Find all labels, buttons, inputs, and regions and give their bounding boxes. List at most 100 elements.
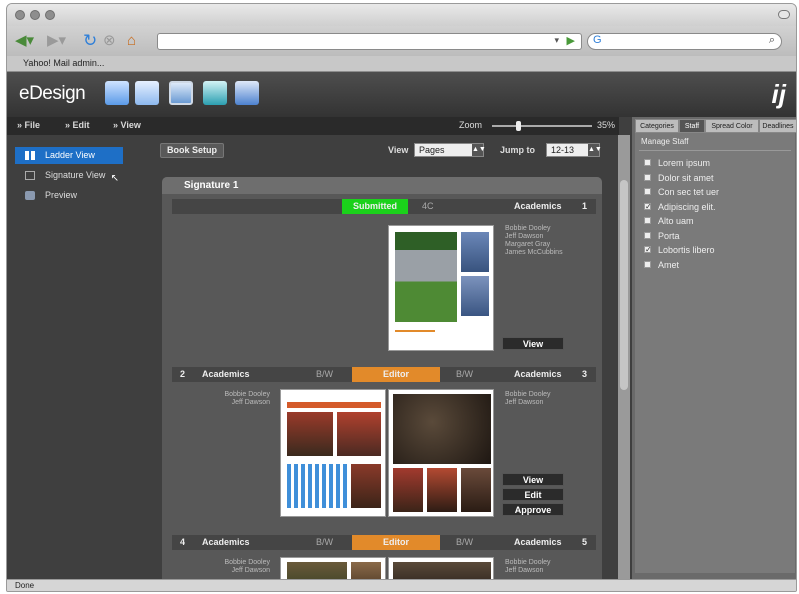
toolbar-toggle-button[interactable] <box>778 10 790 19</box>
right-section: Academics <box>514 537 562 547</box>
bookmark-item[interactable]: Yahoo! Mail admin... <box>23 58 104 68</box>
edit-button[interactable]: Edit <box>502 488 564 501</box>
status-badge[interactable]: Submitted <box>342 199 408 214</box>
stop-icon[interactable]: ⊗ <box>103 32 116 50</box>
left-page-number: 4 <box>180 537 186 547</box>
staff-tab-body: Manage Staff Lorem ipsum Dolor sit amet Co… <box>635 133 795 573</box>
jump-select[interactable]: 12-13 ▲▼ <box>546 143 602 157</box>
page-thumbnail[interactable] <box>280 389 386 517</box>
search-engine-icon[interactable]: G <box>593 34 602 46</box>
book-setup-button[interactable]: Book Setup <box>160 143 225 158</box>
divider <box>639 150 791 151</box>
nav-ladder-view[interactable]: Ladder View <box>15 147 123 164</box>
bookmarks-bar: Yahoo! Mail admin... <box>7 56 796 72</box>
checkbox-checked-icon[interactable] <box>644 201 652 213</box>
go-icon[interactable]: ▶ <box>567 34 575 47</box>
staff-names: Bobbie Dooley Jeff Dawson Margaret Gray … <box>505 225 563 256</box>
status-text: Done <box>15 581 35 590</box>
page-thumbnail[interactable] <box>388 225 494 351</box>
menu-bar: » File » Edit » View Zoom 35% <box>7 117 619 135</box>
staff-name: Lobortis libero <box>658 245 715 255</box>
right-page-number: 1 <box>582 201 588 211</box>
checkbox-icon[interactable] <box>644 159 651 166</box>
view-button[interactable]: View <box>502 473 564 486</box>
page-thumbnail[interactable] <box>388 557 494 581</box>
page-thumbnail[interactable] <box>280 557 386 581</box>
brand-logo: ij <box>771 79 786 109</box>
zoom-value: 35% <box>597 120 616 130</box>
signature-icon <box>25 171 35 180</box>
view-button[interactable]: View <box>502 337 564 350</box>
back-arrow-icon[interactable]: ◀▾ <box>15 32 34 50</box>
menu-view[interactable]: » View <box>113 120 141 130</box>
photo <box>351 464 381 508</box>
forward-arrow-icon[interactable]: ▶▾ <box>47 32 66 50</box>
staff-name: Adipiscing elit. <box>658 201 716 212</box>
title-bar <box>7 4 796 26</box>
right-page-number: 5 <box>582 537 588 547</box>
checkbox-icon[interactable] <box>644 173 651 181</box>
staff-name: Dolor sit amet <box>658 172 714 183</box>
right-page-number: 3 <box>582 369 588 379</box>
view-label: View <box>388 145 409 155</box>
tab-staff[interactable]: Staff <box>679 119 705 133</box>
search-field[interactable]: G ⌕ <box>587 33 782 50</box>
left-section: Academics <box>202 369 250 379</box>
nav-preview[interactable]: Preview <box>15 187 123 204</box>
approve-button[interactable]: Approve <box>502 503 564 516</box>
zoom-label: Zoom <box>459 120 483 130</box>
mail-icon[interactable] <box>135 81 159 105</box>
cursor-icon: ↖ <box>110 173 119 184</box>
checklist-icon[interactable] <box>235 81 259 105</box>
content-scrollbar[interactable] <box>618 135 630 581</box>
zoom-slider-track[interactable] <box>492 125 592 127</box>
view-select[interactable]: Pages ▲▼ <box>414 143 486 157</box>
close-window-button[interactable] <box>15 10 25 20</box>
page-thumbnail[interactable] <box>388 389 494 517</box>
book-icon[interactable] <box>169 81 193 105</box>
status-badge[interactable]: Editor <box>352 367 440 382</box>
scrollbar-thumb[interactable] <box>620 180 628 390</box>
right-color: B/W <box>456 537 473 547</box>
staff-name: Porta <box>658 230 680 241</box>
signature-title: Signature 1 <box>162 177 602 194</box>
home-icon[interactable] <box>105 81 129 105</box>
search-icon[interactable]: ⌕ <box>769 34 775 47</box>
home-icon[interactable]: ⌂ <box>127 32 136 50</box>
chevron-down-icon: ▲▼ <box>588 144 602 156</box>
nav-signature-view[interactable]: Signature View ↖ <box>15 167 123 184</box>
photo <box>287 412 333 456</box>
staff-names: Bobbie Dooley Jeff Dawson <box>505 391 551 406</box>
checkbox-icon[interactable] <box>644 217 651 224</box>
minimize-window-button[interactable] <box>30 10 40 20</box>
spread-bar: Submitted 4C Academics 1 <box>172 199 596 214</box>
checkbox-checked-icon[interactable] <box>644 244 652 256</box>
chart-graphic <box>287 464 347 508</box>
left-page-number: 2 <box>180 369 186 379</box>
portrait-photo <box>461 232 489 272</box>
nav-item-label: Signature View <box>45 170 106 180</box>
right-color: 4C <box>422 201 434 211</box>
zoom-window-button[interactable] <box>45 10 55 20</box>
staff-name: Amet <box>658 259 680 270</box>
address-bar[interactable]: ▾ ▶ <box>157 33 582 50</box>
left-color: B/W <box>316 369 333 379</box>
checkbox-icon[interactable] <box>644 188 651 195</box>
headline-bar <box>287 402 381 408</box>
soccer-photo <box>395 232 457 322</box>
print-icon[interactable] <box>203 81 227 105</box>
tab-deadlines[interactable]: Deadlines <box>759 119 796 133</box>
tab-categories[interactable]: Categories <box>635 119 679 133</box>
photo <box>427 468 457 512</box>
menu-edit[interactable]: » Edit <box>65 120 90 130</box>
checkbox-icon[interactable] <box>644 231 651 239</box>
tab-spread-color[interactable]: Spread Color <box>705 119 759 133</box>
dropdown-icon[interactable]: ▾ <box>554 35 559 46</box>
staff-name: Alto uam <box>658 216 694 226</box>
manage-staff-link[interactable]: Manage Staff <box>641 137 688 146</box>
menu-file[interactable]: » File <box>17 120 40 130</box>
checkbox-icon[interactable] <box>644 260 651 268</box>
zoom-slider-handle[interactable] <box>515 121 521 131</box>
reload-icon[interactable]: ↻ <box>83 32 97 50</box>
status-badge[interactable]: Editor <box>352 535 440 550</box>
